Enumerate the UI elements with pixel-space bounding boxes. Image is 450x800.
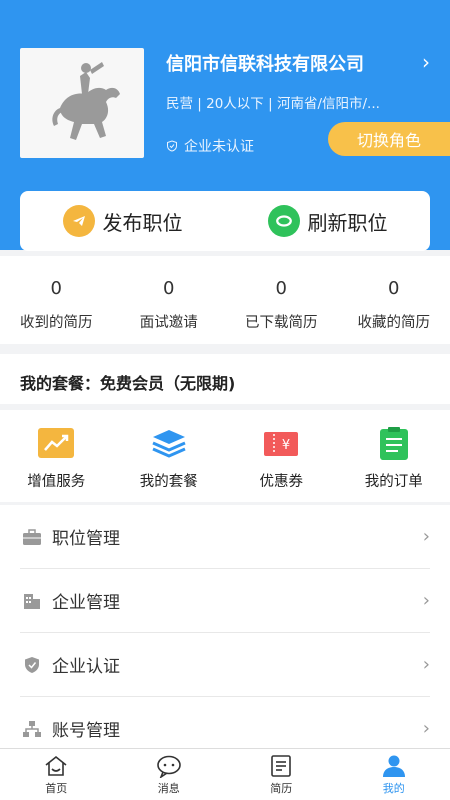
company-logo[interactable]: [20, 48, 144, 158]
refresh-job-label: 刷新职位: [307, 210, 388, 235]
chevron-right-icon: ›: [422, 526, 430, 547]
chevron-right-icon: ›: [422, 590, 430, 611]
clipboard-icon: [379, 427, 408, 460]
certification-label: 企业未认证: [184, 139, 254, 155]
certification-status: 企业未认证: [166, 136, 254, 156]
chevron-right-icon: ›: [422, 654, 430, 675]
bottom-tab-bar: 首页 消息 简历 我的: [0, 748, 450, 800]
package-title: 我的套餐：免费会员（无限期): [0, 354, 450, 404]
stat-interview-invites[interactable]: 0 面试邀请: [113, 256, 226, 344]
menu-item-label: 企业管理: [52, 593, 120, 613]
message-icon: [156, 755, 181, 778]
tab-resumes[interactable]: 简历: [225, 749, 338, 800]
tab-label: 首页: [45, 782, 68, 795]
coupon-button[interactable]: ¥ 优惠券: [225, 410, 338, 502]
stat-value: 0: [275, 278, 287, 299]
menu-item-account-management[interactable]: 账号管理 ›: [20, 697, 430, 748]
management-menu: 职位管理 › 企业管理 › 企业认证 › 账号管理 ›: [0, 505, 450, 748]
stat-received-resumes[interactable]: 0 收到的简历: [0, 256, 113, 344]
briefcase-icon: [23, 528, 41, 545]
menu-item-company-management[interactable]: 企业管理 ›: [20, 569, 430, 633]
stat-value: 0: [50, 278, 62, 299]
refresh-icon: [267, 205, 300, 237]
menu-item-label: 职位管理: [52, 529, 120, 549]
menu-item-company-certification[interactable]: 企业认证 ›: [20, 633, 430, 697]
menu-item-label: 账号管理: [52, 721, 120, 741]
stat-label: 面试邀请: [139, 315, 198, 331]
tab-home[interactable]: 首页: [0, 749, 113, 800]
stat-label: 已下载简历: [245, 315, 318, 331]
service-label: 优惠券: [259, 474, 304, 490]
my-orders-button[interactable]: 我的订单: [338, 410, 450, 502]
svg-text:¥: ¥: [282, 438, 290, 453]
resume-icon: [271, 755, 292, 777]
post-job-label: 发布职位: [102, 210, 183, 235]
tab-label: 简历: [270, 782, 293, 795]
service-label: 我的套餐: [139, 474, 198, 490]
refresh-job-button[interactable]: 刷新职位: [225, 191, 430, 251]
chevron-right-icon: ›: [422, 50, 430, 74]
menu-item-label: 企业认证: [52, 657, 120, 677]
value-added-service-button[interactable]: 增值服务: [0, 410, 113, 502]
service-grid: 增值服务 我的套餐 ¥ 优惠券 我的订单: [0, 410, 450, 502]
switch-role-button[interactable]: 切换角色: [328, 122, 450, 156]
knight-horse-logo-icon: [52, 62, 120, 140]
shield-icon: [25, 656, 39, 673]
my-package-button[interactable]: 我的套餐: [113, 410, 226, 502]
tab-messages[interactable]: 消息: [113, 749, 226, 800]
menu-item-job-management[interactable]: 职位管理 ›: [20, 505, 430, 569]
stat-downloaded-resumes[interactable]: 0 已下载简历: [225, 256, 338, 344]
paper-plane-icon: [62, 205, 95, 237]
tab-mine[interactable]: 我的: [338, 749, 450, 800]
service-label: 我的订单: [364, 474, 423, 490]
stat-value: 0: [163, 278, 175, 299]
tab-label: 消息: [157, 782, 180, 795]
chevron-right-icon: ›: [422, 718, 430, 739]
org-chart-icon: [23, 720, 41, 737]
stat-saved-resumes[interactable]: 0 收藏的简历: [338, 256, 450, 344]
stat-label: 收藏的简历: [357, 315, 431, 331]
trend-chart-icon: [38, 428, 75, 458]
shield-check-icon: [167, 140, 177, 152]
layers-icon: [152, 430, 186, 458]
post-job-button[interactable]: 发布职位: [20, 191, 225, 251]
stat-value: 0: [388, 278, 400, 299]
resume-stats: 0 收到的简历 0 面试邀请 0 已下载简历 0 收藏的简历: [0, 256, 450, 344]
company-name-text: 信阳市信联科技有限公司: [166, 54, 364, 75]
action-card: 发布职位 刷新职位: [20, 191, 430, 251]
tab-label: 我的: [382, 782, 405, 795]
service-label: 增值服务: [27, 474, 86, 490]
coupon-icon: ¥: [264, 432, 299, 456]
home-icon: [45, 755, 67, 776]
company-meta: 民营 | 20人以下 | 河南省/信阳市/...: [166, 96, 380, 112]
building-icon: [24, 593, 40, 609]
stat-label: 收到的简历: [20, 315, 93, 331]
user-icon: [382, 755, 405, 777]
company-name[interactable]: 信阳市信联科技有限公司 ›: [166, 50, 436, 76]
